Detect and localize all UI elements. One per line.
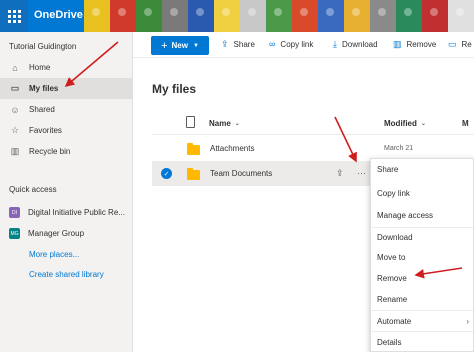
column-label: M [462, 119, 469, 128]
download-button[interactable]: ⤓ Download [333, 39, 378, 50]
rename-button[interactable]: ▭ Re [448, 39, 472, 50]
banner-block [318, 0, 344, 32]
trash-icon: ▥ [393, 39, 402, 49]
menu-item-move-to[interactable]: Move to [371, 247, 473, 267]
menu-item-download[interactable]: Download [371, 227, 473, 247]
chevron-down-icon: ⌄ [420, 121, 426, 127]
app-brand[interactable]: OneDrive [34, 9, 83, 21]
shared-folder-icon [187, 168, 200, 180]
context-menu: Share Copy link Manage access Download M… [370, 158, 474, 352]
column-label: Modified [384, 119, 417, 128]
more-actions-icon[interactable]: ··· [357, 168, 366, 178]
create-shared-library-link[interactable]: Create shared library [29, 270, 104, 279]
banner-block [344, 0, 370, 32]
site-badge: MG [9, 228, 20, 239]
link-icon: ∞ [269, 39, 276, 49]
quick-access-heading: Quick access [9, 185, 57, 194]
banner-block [214, 0, 240, 32]
plus-icon: + [161, 39, 168, 52]
home-icon: ⌂ [12, 62, 18, 73]
nav-item-favorites[interactable]: ☆ Favorites [0, 120, 132, 141]
header-banner-image [84, 0, 474, 32]
banner-block [448, 0, 474, 32]
rename-label: Re [461, 40, 472, 49]
file-name[interactable]: Team Documents [210, 169, 272, 178]
menu-item-automate[interactable]: Automate › [371, 311, 473, 331]
copy-link-button[interactable]: ∞ Copy link [269, 39, 313, 49]
banner-block [240, 0, 266, 32]
file-type-icon [186, 116, 195, 128]
tenant-name: Tutorial Guidington [9, 42, 77, 51]
quick-access-label: Manager Group [28, 229, 85, 238]
download-icon: ⤓ [333, 39, 337, 49]
banner-block [110, 0, 136, 32]
banner-block [370, 0, 396, 32]
menu-item-details[interactable]: Details [371, 332, 473, 352]
file-modified: March 21 [384, 145, 414, 152]
banner-block [188, 0, 214, 32]
page-title: My files [152, 82, 197, 96]
trash-icon: ▥ [10, 146, 20, 156]
share-button[interactable]: ⇪ Share [221, 39, 255, 50]
new-button[interactable]: + New ▼ [151, 36, 209, 55]
quick-access-item-digital-initiative[interactable]: DI Digital Initiative Public Re... [9, 207, 131, 218]
more-places-link[interactable]: More places... [29, 250, 79, 259]
copy-link-label: Copy link [280, 39, 314, 49]
banner-block [396, 0, 422, 32]
nav-item-label: Shared [29, 105, 55, 114]
banner-block [84, 0, 110, 32]
menu-item-copy-link[interactable]: Copy link [371, 183, 473, 203]
app-header: OneDrive [0, 0, 474, 32]
waffle-icon [7, 9, 21, 23]
nav-item-my-files[interactable]: ▭ My files [0, 78, 132, 99]
remove-button[interactable]: ▥ Remove [393, 39, 436, 50]
nav-item-label: My files [29, 84, 59, 93]
chevron-right-icon: › [466, 316, 469, 326]
site-badge: DI [9, 207, 20, 218]
nav-item-label: Favorites [29, 126, 62, 135]
app-launcher-button[interactable] [0, 0, 28, 32]
banner-block [292, 0, 318, 32]
menu-item-remove[interactable]: Remove [371, 268, 473, 288]
nav-item-shared[interactable]: ☺ Shared [0, 99, 132, 120]
banner-block [162, 0, 188, 32]
nav-item-home[interactable]: ⌂ Home [0, 57, 132, 78]
nav-item-label: Recycle bin [29, 147, 71, 156]
chevron-down-icon: ▼ [192, 42, 199, 49]
folder-icon [187, 143, 200, 155]
divider [152, 134, 474, 135]
people-icon: ☺ [10, 104, 20, 115]
banner-block [266, 0, 292, 32]
menu-item-rename[interactable]: Rename [371, 289, 473, 309]
column-header-name[interactable]: Name ⌄ [209, 119, 240, 128]
banner-block [422, 0, 448, 32]
column-header-modified[interactable]: Modified ⌄ [384, 119, 426, 128]
star-icon: ☆ [10, 125, 20, 135]
download-label: Download [341, 40, 378, 49]
remove-label: Remove [406, 40, 437, 49]
sidebar: Tutorial Guidington ⌂ Home ▭ My files ☺ … [0, 32, 133, 352]
folder-icon: ▭ [10, 83, 20, 93]
banner-block [136, 0, 162, 32]
menu-item-share[interactable]: Share [371, 159, 473, 179]
share-icon: ⇪ [221, 39, 229, 49]
checkmark-icon[interactable]: ✓ [161, 168, 172, 179]
column-label: Name [209, 119, 231, 128]
chevron-down-icon: ⌄ [234, 121, 240, 127]
command-bar: + New ▼ ⇪ Share ∞ Copy link ⤓ Download ▥… [133, 32, 474, 58]
nav-item-recycle-bin[interactable]: ▥ Recycle bin [0, 141, 132, 162]
new-button-label: New [171, 41, 188, 50]
menu-item-manage-access[interactable]: Manage access [371, 205, 473, 225]
quick-access-item-manager-group[interactable]: MG Manager Group [9, 228, 131, 239]
file-name[interactable]: Attachments [210, 144, 254, 153]
share-label: Share [233, 40, 255, 49]
nav-item-label: Home [29, 63, 51, 72]
column-header-more[interactable]: M [462, 119, 469, 128]
rename-icon: ▭ [448, 39, 457, 49]
share-icon[interactable]: ⇪ [336, 168, 344, 179]
quick-access-label: Digital Initiative Public Re... [28, 208, 125, 217]
menu-item-label: Automate [377, 316, 412, 326]
